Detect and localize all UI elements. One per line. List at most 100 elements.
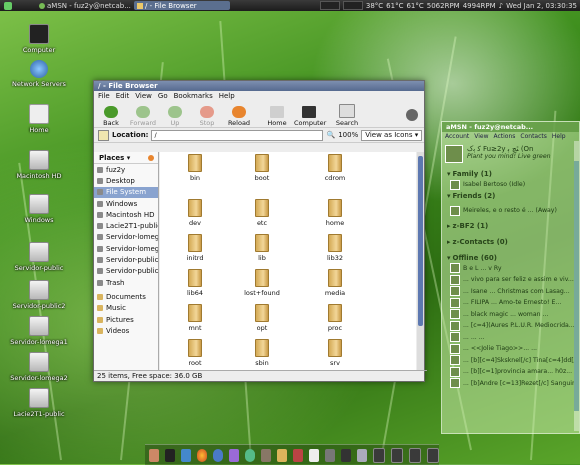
place-music[interactable]: Music [94, 303, 158, 314]
zoom-icon[interactable]: 🔍 [326, 131, 335, 139]
contact-row[interactable]: Meireles, e o resto é ... (Away) [442, 201, 579, 221]
place-desktop[interactable]: Desktop [94, 175, 158, 186]
workspace-3-icon[interactable] [409, 447, 421, 463]
contact-row[interactable]: ... [b]Andre [c=13]Rezet[/c] Sanguino... [442, 378, 579, 390]
view-mode-select[interactable]: View as Icons ▾ [361, 129, 423, 141]
stop-button[interactable]: Stop [192, 106, 222, 127]
scrollbar-thumb[interactable] [418, 156, 423, 326]
file-item[interactable]: home [305, 199, 365, 227]
file-item[interactable]: dev [165, 199, 225, 227]
amsn-menu-account[interactable]: Account [445, 133, 469, 140]
desktop-icon-network[interactable]: Network Servers [6, 60, 72, 88]
close-sidebar-icon[interactable] [148, 154, 154, 161]
reload-button[interactable]: Reload [224, 106, 254, 127]
group-z-bf2[interactable]: ▸ z-BF2 (1) [442, 221, 579, 231]
settings-icon[interactable] [325, 448, 335, 462]
place-trash[interactable]: Trash [94, 277, 158, 288]
desktop-icon-servidor-lomega1[interactable]: Servidor-lomega1 [6, 316, 72, 346]
file-item[interactable]: cdrom [305, 154, 365, 182]
file-item[interactable]: bin [165, 154, 225, 182]
file-item[interactable]: media [305, 269, 365, 297]
group-z-contacts[interactable]: ▸ z-Contacts (0) [442, 237, 579, 247]
computer-button[interactable]: Computer [294, 106, 326, 127]
place-servidor-lomega2[interactable]: Servidor-lomega2 [94, 243, 158, 254]
app-1-icon[interactable] [149, 448, 159, 462]
firefox-icon[interactable] [197, 448, 207, 462]
desktop-icon-servidor-public2[interactable]: Servidor-public2 [6, 280, 72, 310]
forward-button[interactable]: Forward [128, 106, 158, 127]
desktop-icon-servidor-public[interactable]: Servidor-public [6, 242, 72, 272]
contact-row[interactable]: ... FILIPA ... Amo-te Ernesto! E... [442, 297, 579, 309]
terminal-icon[interactable] [165, 448, 175, 462]
place-documents[interactable]: Documents [94, 291, 158, 302]
workspace-2-icon[interactable] [391, 447, 403, 463]
file-item[interactable]: proc [305, 304, 365, 332]
place-videos[interactable]: Videos [94, 325, 158, 336]
file-item[interactable]: lib [232, 234, 292, 262]
menu-icon[interactable] [4, 1, 12, 10]
contact-row[interactable]: ... ... ... [442, 332, 579, 344]
network-icon[interactable] [181, 448, 191, 462]
place-windows[interactable]: Windows [94, 198, 158, 209]
amsn-menu-view[interactable]: View [474, 133, 488, 140]
contact-row[interactable]: ... black magic ... woman ... [442, 309, 579, 321]
menu-go[interactable]: Go [158, 92, 168, 100]
contact-row[interactable]: ... [b][c=1]provincia amara... h0z... [442, 366, 579, 378]
place-servidor-public[interactable]: Servidor-public [94, 254, 158, 265]
location-input[interactable]: / [151, 129, 324, 141]
desktop-icon-servidor-lomega2[interactable]: Servidor-lomega2 [6, 352, 72, 382]
desktop-icon-computer[interactable]: Computer [6, 24, 72, 54]
desktop-icon-home[interactable]: Home [6, 104, 72, 134]
desktop-icon-lacie2t1-public[interactable]: Lacie2T1-public [6, 388, 72, 418]
place-servidor-public2[interactable]: Servidor-public2 [94, 266, 158, 277]
contact-row[interactable]: ... <<Jolie Tiago>>... ... [442, 343, 579, 355]
vertical-scrollbar[interactable] [417, 152, 424, 371]
group-offline[interactable]: ▾ Offline (60) [442, 253, 579, 263]
file-item[interactable]: lib64 [165, 269, 225, 297]
group-family[interactable]: ▾ Family (1) [442, 169, 579, 179]
gimp-icon[interactable] [261, 448, 271, 462]
clock[interactable]: Wed Jan 2, 03:30:35 [506, 2, 577, 10]
place-file-system[interactable]: File System [94, 186, 158, 198]
contact-row[interactable]: ... [c=4](Aures P.L.U.R. Mediocrida... [442, 320, 579, 332]
workspace-4-icon[interactable] [427, 447, 439, 463]
self-status-message[interactable]: Plant you mind! Live green [467, 153, 576, 160]
search-button[interactable]: Search [332, 104, 362, 127]
file-item[interactable]: srv [305, 339, 365, 367]
contact-row[interactable]: ... Isane ... Christmas com Lasag... [442, 286, 579, 298]
menu-edit[interactable]: Edit [116, 92, 130, 100]
amsn-titlebar[interactable]: aMSN - fuz2y@netcab... [442, 122, 579, 132]
file-item[interactable]: root [165, 339, 225, 367]
task-file-browser[interactable]: / - File Browser [134, 1, 230, 10]
self-avatar[interactable] [445, 145, 463, 163]
amsn-menu-contacts[interactable]: Contacts [520, 133, 546, 140]
thunderbird-icon[interactable] [213, 448, 223, 462]
file-item[interactable]: etc [232, 199, 292, 227]
file-item[interactable]: sbin [232, 339, 292, 367]
disk-icon[interactable] [341, 448, 351, 462]
trash-icon[interactable] [357, 448, 367, 462]
home-button[interactable]: Home [262, 106, 292, 127]
workspace-1-icon[interactable] [373, 447, 385, 463]
file-item[interactable]: lib32 [305, 234, 365, 262]
amsn-menu-help[interactable]: Help [552, 133, 566, 140]
amsn-menu-actions[interactable]: Actions [493, 133, 515, 140]
file-item[interactable]: opt [232, 304, 292, 332]
volume-icon[interactable]: ♪ [499, 2, 503, 10]
desktop-icon-macintosh-hd[interactable]: Macintosh HD [6, 150, 72, 180]
messenger-icon[interactable] [245, 448, 255, 462]
file-item[interactable]: mnt [165, 304, 225, 332]
menu-view[interactable]: View [135, 92, 152, 100]
group-friends[interactable]: ▾ Friends (2) [442, 191, 579, 201]
contact-row[interactable]: B e L ... v Ry [442, 263, 579, 275]
contact-row[interactable]: ... [b][c=4]Sksknel[/c] Tina[c=4]dd[/c..… [442, 355, 579, 367]
places-header[interactable]: Places ▾ [94, 152, 158, 164]
file-item[interactable]: initrd [165, 234, 225, 262]
place-servidor-lomega1[interactable]: Servidor-lomega1 [94, 232, 158, 243]
place-pictures[interactable]: Pictures [94, 314, 158, 325]
file-item[interactable]: boot [232, 154, 292, 182]
desktop-icon-windows[interactable]: Windows [6, 194, 72, 224]
up-button[interactable]: Up [160, 106, 190, 127]
self-nick[interactable]: ﮐ ﯦﮎ Fu≥2y ﭥﭻ ﯦ (On [467, 145, 576, 153]
place-fuz2y[interactable]: fuz2y [94, 164, 158, 175]
